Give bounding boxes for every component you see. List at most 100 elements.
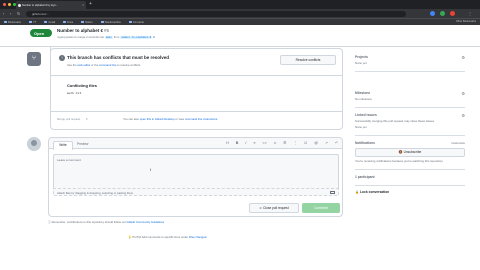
web-editor-link[interactable]: web editor [77, 63, 90, 67]
browser-menu-icon[interactable]: ⋮ [468, 11, 472, 16]
pr-subtitle-text: myproj wants to merge 2 commits into [57, 35, 105, 39]
remember-text: Remember, contributions to this reposito… [51, 220, 126, 224]
sidebar-value: Successfully merging this pull request m… [355, 119, 435, 123]
tab-write[interactable]: Write [53, 141, 73, 150]
pr-title-text: Number to alphabet € [57, 28, 104, 33]
notification-note: You're receiving notifications because y… [355, 159, 444, 163]
conflict-heading: This branch has conflicts that must be r… [67, 55, 170, 60]
merge-pull-request-button[interactable]: Merge pull request ▾ [57, 117, 88, 121]
close-pull-request-button[interactable]: ⊘Close pull request [249, 203, 299, 213]
files-changed-link[interactable]: Files changed [189, 235, 206, 239]
gear-icon[interactable]: ⚙ [461, 91, 465, 96]
heading-icon[interactable]: H [226, 141, 229, 145]
resolve-conflicts-button[interactable]: Resolve conflicts [280, 55, 336, 65]
markdown-toolbar: H B I ≡ <> ∞ ☰ ⋮ ☑ @ ↗ ↶ [226, 141, 338, 145]
extension-icon[interactable] [440, 11, 445, 16]
cli-instructions-link[interactable]: command line instructions [185, 117, 217, 121]
bookmark-item[interactable]: Stackoverflow [100, 21, 121, 24]
customize-link[interactable]: Customize [451, 141, 465, 145]
tab-preview[interactable]: Preview [77, 142, 88, 146]
github-favicon-icon [18, 3, 21, 7]
sidebar-participants: 1 participant [355, 170, 465, 186]
close-pr-icon: ⊘ [259, 206, 263, 210]
new-tab-icon[interactable]: + [89, 1, 92, 7]
protip-text: ProTip! Add comments to specific lines u… [132, 235, 189, 239]
reference-icon[interactable]: ↗ [325, 141, 328, 145]
url-input[interactable]: github.com/... [26, 10, 406, 17]
merge-note-text: . [217, 117, 219, 121]
browser-tab[interactable]: Number to alphabet € by Hyo... × [16, 1, 86, 9]
extension-icon[interactable] [450, 11, 455, 16]
italic-icon[interactable]: I [245, 141, 246, 145]
bookmark-item[interactable]: Drive [63, 21, 73, 24]
sidebar-linked-issues: Linked issues Successfully merging this … [355, 108, 465, 136]
gear-icon[interactable]: ⚙ [461, 113, 465, 118]
url-text: github.com/... [32, 12, 49, 16]
code-icon[interactable]: <> [262, 141, 266, 145]
ordered-list-icon[interactable]: ⋮ [293, 141, 297, 145]
gear-icon[interactable]: ⚙ [461, 55, 465, 60]
unordered-list-icon[interactable]: ☰ [283, 141, 286, 145]
back-icon[interactable]: ‹ [3, 11, 4, 16]
link-icon[interactable]: ∞ [274, 141, 277, 145]
lock-conversation-link[interactable]: 🔒 Lock conversation [355, 190, 465, 194]
bell-slash-icon: 🔕 [398, 150, 403, 154]
bookmarks-bar: Bookmarks YT Gmail Drive Notion Stackove… [0, 18, 480, 25]
bookmark-label: YT [32, 20, 37, 24]
info-icon: ⓘ [48, 220, 51, 224]
folder-icon [44, 20, 48, 24]
unsubscribe-label: Unsubscribe [403, 150, 422, 154]
bookmark-item[interactable]: Notion [81, 21, 93, 24]
other-bookmarks[interactable]: Other Bookmarks [456, 20, 476, 23]
sidebar-value: None yet [355, 125, 367, 129]
close-tab-icon[interactable]: × [82, 3, 84, 7]
pr-title: Number to alphabet €#5 [57, 28, 109, 33]
pr-sidebar: Projects None yet ⚙ Milestone No milesto… [355, 50, 465, 194]
copy-icon[interactable]: ⧉ [153, 35, 155, 39]
base-branch[interactable]: main [104, 36, 113, 39]
conflict-sub-text: to resolve conflicts. [117, 63, 142, 67]
unsubscribe-button[interactable]: 🔕 Unsubscribe [355, 148, 465, 157]
sidebar-projects: Projects None yet ⚙ [355, 50, 465, 72]
reply-icon[interactable]: ↶ [335, 141, 338, 145]
pr-sticky-header: Open Number to alphabet €#5 myproj wants… [0, 25, 480, 47]
merge-note-text: or view [175, 117, 185, 121]
command-line-link[interactable]: command line [99, 63, 116, 67]
extension-icon[interactable] [430, 11, 435, 16]
guidelines-link[interactable]: GitHub Community Guidelines [127, 220, 165, 224]
bookmark-item[interactable]: YT [28, 20, 37, 24]
bookmark-item[interactable]: Gmail [44, 21, 55, 24]
minimize-window-button[interactable] [8, 3, 11, 6]
quote-icon[interactable]: ≡ [253, 141, 255, 145]
merge-note: You can also open this in GitHub Desktop… [123, 117, 218, 121]
comment-composer: Write Preview H B I ≡ <> ∞ ☰ ⋮ ☑ @ ↗ ↶ L… [48, 137, 343, 217]
tab-title: Number to alphabet € by Hyo... [22, 3, 58, 7]
avatar[interactable] [27, 137, 41, 151]
bold-icon[interactable]: B [236, 141, 239, 145]
reload-icon[interactable]: ↻ [17, 11, 20, 16]
comment-textarea[interactable]: Leave a comment I [53, 154, 339, 188]
browser-tabbar: Number to alphabet € by Hyo... × + [0, 0, 480, 9]
bookmark-label: Notion [85, 20, 93, 24]
close-pr-label: Close pull request [263, 206, 289, 210]
folder-icon [28, 20, 32, 24]
contribution-guidelines-note: ⓘ Remember, contributions to this reposi… [48, 220, 164, 224]
attach-files-area[interactable]: Attach files by dragging & dropping, sel… [53, 188, 339, 196]
head-branch[interactable]: number-to-alphabet-€ [120, 36, 153, 39]
comment-button[interactable]: Comment [302, 203, 340, 213]
conflicting-file: work.txt [67, 92, 82, 95]
mention-icon[interactable]: @ [314, 141, 318, 145]
conflict-subtext: Use the web editor or the command line t… [67, 63, 141, 67]
protip-text: . [206, 235, 208, 239]
forward-icon[interactable]: › [10, 11, 11, 16]
github-desktop-link[interactable]: open this in GitHub Desktop [140, 117, 175, 121]
address-bar-row: ‹ › ↻ github.com/... ⋮ [0, 9, 480, 18]
markdown-icon [330, 191, 335, 194]
sidebar-value: No milestone [355, 97, 372, 101]
bookmark-item[interactable]: Bookmarks [4, 21, 21, 24]
pr-subtitle: myproj wants to merge 2 commits into mai… [57, 35, 155, 39]
bookmark-item[interactable]: Converter [128, 21, 144, 24]
task-list-icon[interactable]: ☑ [304, 141, 307, 145]
bookmark-label: Bookmarks [8, 20, 21, 24]
close-window-button[interactable] [3, 3, 6, 6]
